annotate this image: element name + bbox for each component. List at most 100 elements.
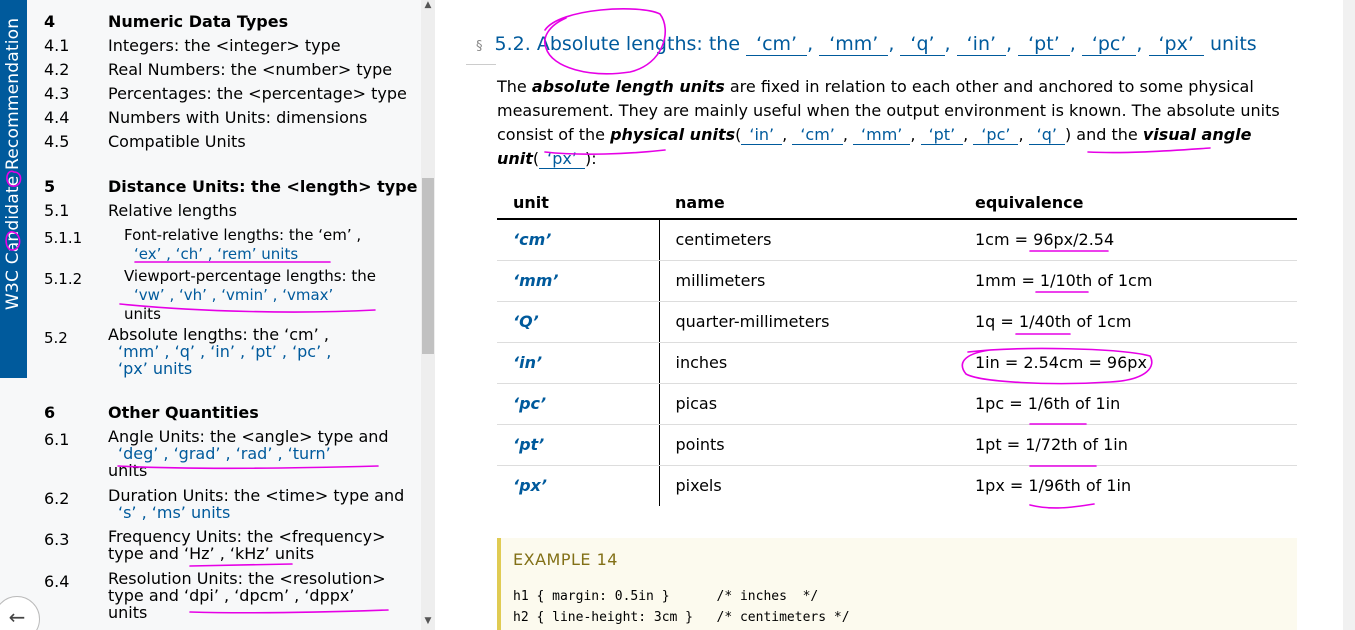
equivalence-cell: 1in = 2.54cm = 96px: [959, 342, 1297, 384]
section-anchor-icon[interactable]: §: [476, 39, 483, 54]
toc-sidebar: W3C Candidate Recommendation 4 Numeric D…: [0, 0, 435, 630]
section-title-suffix: units: [1209, 33, 1257, 55]
toc-num: 4.1: [44, 36, 70, 55]
toc-num: 4.5: [44, 132, 70, 151]
toc-num: 4: [44, 12, 56, 31]
para-text: :: [591, 149, 597, 168]
unit-link-pc[interactable]: ‘pc’: [973, 125, 1019, 145]
column-header-unit: unit: [497, 186, 659, 220]
section-divider: [466, 64, 496, 65]
table-header-row: unit name equivalence: [497, 186, 1297, 220]
unit-cell[interactable]: ‘cm’: [497, 219, 660, 261]
toc-link-line: Angle Units: the <angle> type and: [108, 427, 389, 446]
para-text: and the: [1071, 125, 1143, 144]
unit-link-px[interactable]: ‘px’: [539, 149, 585, 169]
toc-link-line: Viewport-percentage lengths: the: [124, 267, 376, 285]
toc-num: 6.3: [44, 530, 70, 549]
toc-link[interactable]: Integers: the <integer> type: [108, 34, 408, 58]
unit-link-pt[interactable]: ‘pt’: [920, 125, 964, 145]
term-absolute-length-units: absolute length units: [531, 77, 725, 96]
toc-title[interactable]: Numeric Data Types: [108, 10, 408, 34]
toc-num: 5.2: [44, 329, 68, 347]
unit-link-q[interactable]: ‘q’: [1028, 125, 1065, 145]
section-heading: § 5.2. Absolute lengths: the ‘cm’, ‘mm’,…: [476, 33, 1257, 56]
unit-link-in[interactable]: ‘in’: [741, 125, 783, 145]
unit-link-in[interactable]: ‘in’: [956, 33, 1007, 56]
unit-cell[interactable]: ‘mm’: [497, 260, 660, 302]
toc-link[interactable]: Compatible Units: [108, 130, 408, 154]
equivalence-cell: 1px = 1/96th of 1in: [975, 476, 1132, 496]
column-header-equivalence: equivalence: [959, 186, 1297, 220]
example-box: EXAMPLE 14 h1 { margin: 0.5in } /* inche…: [497, 538, 1297, 630]
code-line: h1 { margin: 0.5in } /* inches */: [513, 589, 819, 604]
unit-link-cm[interactable]: ‘cm’: [746, 33, 808, 56]
unit-link-px[interactable]: ‘px’: [1148, 33, 1204, 56]
unit-cell[interactable]: ‘px’: [497, 465, 660, 506]
section-title: 5.2. Absolute lengths: the: [494, 33, 741, 55]
unit-link-mm[interactable]: ‘mm’: [819, 33, 889, 56]
scroll-down-icon[interactable]: ▼: [422, 616, 434, 630]
unit-link-pt[interactable]: ‘pt’: [1018, 33, 1070, 56]
name-cell: picas: [659, 383, 959, 425]
scroll-up-icon[interactable]: ▲: [422, 0, 434, 14]
toc-num: 4.3: [44, 84, 70, 103]
equivalence-cell: 1pc = 1/6th of 1in: [959, 383, 1297, 425]
toc-link[interactable]: Percentages: the <percentage> type: [108, 82, 408, 106]
table-row: ‘cm’ centimeters 1cm = 96px/2.54: [497, 219, 1297, 261]
unit-cell[interactable]: ‘pc’: [497, 383, 660, 425]
example-code: h1 { margin: 0.5in } /* inches */ h2 { li…: [513, 586, 850, 628]
sidebar-scrollbar-thumb[interactable]: [422, 178, 434, 354]
toc-link[interactable]: Duration Units: the <time> type and ‘s’ …: [108, 487, 408, 521]
unit-link-pc[interactable]: ‘pc’: [1081, 33, 1137, 56]
toc-link[interactable]: Resolution Units: the <resolution> type …: [108, 570, 408, 621]
toc-link-line: Duration Units: the <time> type and: [108, 486, 405, 505]
toc-link-units: ‘deg’ , ‘grad’ , ‘rad’ , ‘turn’: [118, 444, 331, 463]
name-cell: pixels: [675, 476, 722, 496]
toc-link[interactable]: Angle Units: the <angle> type and ‘deg’ …: [108, 428, 408, 479]
main-content: § 5.2. Absolute lengths: the ‘cm’, ‘mm’,…: [440, 0, 1355, 630]
toc-link-units: ‘vw’ , ‘vh’ , ‘vmin’ , ‘vmax’: [134, 286, 334, 304]
para-text: The: [497, 77, 532, 96]
toc-link[interactable]: Viewport-percentage lengths: the ‘vw’ , …: [124, 267, 414, 324]
toc-num: 4.2: [44, 60, 70, 79]
toc-num: 5.1.1: [44, 229, 83, 247]
toc-link-units: ‘mm’ , ‘q’ , ‘in’ , ‘pt’ , ‘pc’ ,: [118, 342, 332, 361]
toc-title[interactable]: Distance Units: the <length> type: [108, 175, 428, 199]
unit-cell[interactable]: ‘pt’: [497, 424, 660, 466]
toc-link-line: type and ‘Hz’ , ‘kHz’ units: [108, 544, 315, 563]
code-line: h2 { line-height: 3cm } /* centimeters *…: [513, 610, 850, 625]
term-physical-units: physical units: [610, 125, 736, 144]
toc-link-line: Resolution Units: the <resolution>: [108, 569, 386, 588]
w3c-status-label[interactable]: W3C Candidate Recommendation: [3, 18, 23, 310]
toc-link-units: ‘px’ units: [118, 359, 193, 378]
toc-link-units: ‘ex’ , ‘ch’ , ‘rem’ units: [134, 245, 299, 263]
unit-cell[interactable]: ‘Q’: [497, 301, 660, 343]
table-row: ‘Q’ quarter-millimeters 1q = 1/40th of 1cm: [497, 301, 1297, 343]
toc-link[interactable]: Absolute lengths: the ‘cm’ , ‘mm’ , ‘q’ …: [108, 326, 398, 377]
unit-link-q[interactable]: ‘q’: [900, 33, 945, 56]
toc-link[interactable]: Font-relative lengths: the ‘em’ , ‘ex’ ,…: [124, 226, 414, 264]
toc-link[interactable]: Relative lengths: [108, 199, 408, 223]
equivalence-cell: 1q = 1/40th of 1cm: [959, 301, 1297, 343]
name-cell: points: [659, 424, 959, 466]
toc-num: 6.4: [44, 572, 70, 591]
toc-num: 4.4: [44, 108, 70, 127]
toc-link-line: Frequency Units: the <frequency>: [108, 527, 386, 546]
unit-link-mm[interactable]: ‘mm’: [853, 125, 911, 145]
toc-num: 5.1.2: [44, 270, 83, 288]
name-cell: inches: [659, 342, 959, 384]
arrow-left-icon[interactable]: ←: [0, 596, 40, 630]
name-cell: quarter-millimeters: [659, 301, 959, 343]
toc-title[interactable]: Other Quantities: [108, 401, 408, 425]
unit-cell[interactable]: ‘in’: [497, 342, 660, 384]
table-row: ‘pt’ points 1pt = 1/72th of 1in: [497, 424, 1297, 466]
toc-link-units: ‘s’ , ‘ms’ units: [118, 503, 231, 522]
toc-num: 6: [44, 403, 56, 422]
toc-link-line: Font-relative lengths: the ‘em’ ,: [124, 226, 362, 244]
unit-link-cm[interactable]: ‘cm’: [792, 125, 843, 145]
toc-link[interactable]: Real Numbers: the <number> type: [108, 58, 408, 82]
page-scrollbar[interactable]: [1343, 0, 1355, 630]
toc-link[interactable]: Numbers with Units: dimensions: [108, 106, 408, 130]
toc-link[interactable]: Frequency Units: the <frequency> type an…: [108, 528, 408, 562]
toc-link-line: units: [108, 603, 148, 622]
